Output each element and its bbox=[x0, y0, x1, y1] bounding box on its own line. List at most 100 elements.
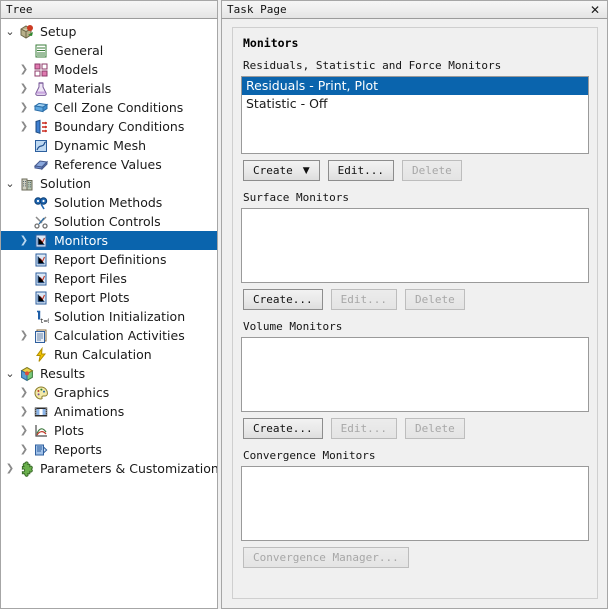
plots-icon bbox=[31, 421, 51, 440]
tree-item-label: Run Calculation bbox=[54, 347, 152, 362]
tree-item-label: Materials bbox=[54, 81, 112, 96]
tree-panel-title: Tree bbox=[6, 3, 33, 16]
tree-item-run-calculation[interactable]: Run Calculation bbox=[1, 345, 217, 364]
tree-list[interactable]: ⌄ Setup General ❯ Models ❯ Materials ❯ Cell Zone… bbox=[0, 19, 218, 609]
tree-item-label: Plots bbox=[54, 423, 85, 438]
create-button-surface-monitors[interactable]: Create... bbox=[243, 289, 323, 310]
report-icon bbox=[31, 269, 51, 288]
chevron-right-icon[interactable]: ❯ bbox=[17, 440, 31, 459]
solution-controls-icon bbox=[31, 212, 51, 231]
tree-item-label: Reports bbox=[54, 442, 102, 457]
monitors-task-frame: Monitors Residuals, Statistic and Force … bbox=[232, 27, 598, 599]
tree-panel-header: Tree bbox=[0, 0, 218, 19]
chevron-right-icon[interactable]: ❯ bbox=[17, 98, 31, 117]
tree-item-label: Report Files bbox=[54, 271, 127, 286]
listbox-surface-monitors[interactable] bbox=[241, 208, 589, 283]
tree-item-solution-initialization[interactable]: t=0 Solution Initialization bbox=[1, 307, 217, 326]
graphics-icon bbox=[31, 383, 51, 402]
report-icon bbox=[31, 288, 51, 307]
listbox-volume-monitors[interactable] bbox=[241, 337, 589, 412]
close-icon[interactable]: ✕ bbox=[585, 2, 605, 17]
tree-item-boundary-conditions[interactable]: ❯ Boundary Conditions bbox=[1, 117, 217, 136]
tree-item-label: Parameters & Customization bbox=[40, 461, 218, 476]
section-label-residuals-statistic-and-force-monitors: Residuals, Statistic and Force Monitors bbox=[243, 59, 502, 72]
create-button-residuals-statistic-and-force-monitors[interactable]: Create ▼ bbox=[243, 160, 320, 181]
tree-item-materials[interactable]: ❯ Materials bbox=[1, 79, 217, 98]
page-title: Monitors bbox=[243, 36, 299, 50]
run-calculation-icon bbox=[31, 345, 51, 364]
chevron-down-icon[interactable]: ▼ bbox=[303, 166, 310, 176]
delete-button-surface-monitors: Delete bbox=[404, 289, 465, 310]
tree-item-label: Calculation Activities bbox=[54, 328, 185, 343]
listbox-convergence-monitors[interactable] bbox=[241, 466, 589, 541]
tree-item-label: Results bbox=[40, 366, 86, 381]
chevron-down-icon[interactable]: ⌄ bbox=[3, 22, 17, 41]
tree-item-animations[interactable]: ❯ Animations bbox=[1, 402, 217, 421]
tree-item-label: Animations bbox=[54, 404, 125, 419]
listbox-residuals-statistic-and-force-monitors[interactable]: Residuals - Print, Plot Statistic - Off bbox=[241, 76, 589, 154]
section-label-surface-monitors: Surface Monitors bbox=[243, 191, 349, 204]
solution-methods-icon bbox=[31, 193, 51, 212]
button-label: Edit... bbox=[340, 293, 387, 306]
tree-item-label: Dynamic Mesh bbox=[54, 138, 147, 153]
tree-item-reference-values[interactable]: Reference Values bbox=[1, 155, 217, 174]
tree-item-label: Monitors bbox=[54, 233, 109, 248]
tree-item-graphics[interactable]: ❯ Graphics bbox=[1, 383, 217, 402]
tree-item-solution-methods[interactable]: Solution Methods bbox=[1, 193, 217, 212]
chevron-right-icon[interactable]: ❯ bbox=[17, 79, 31, 98]
materials-icon bbox=[31, 79, 51, 98]
chevron-right-icon[interactable]: ❯ bbox=[17, 383, 31, 402]
tree-item-results[interactable]: ⌄ Results bbox=[1, 364, 217, 383]
create-button-volume-monitors[interactable]: Create... bbox=[243, 418, 323, 439]
fluent-window: Tree ⌄ Setup General ❯ Models ❯ Materials ❯ Cell… bbox=[0, 0, 608, 609]
tree-item-calculation-activities[interactable]: ❯ Calculation Activities bbox=[1, 326, 217, 345]
edit-button-volume-monitors: Edit... bbox=[330, 418, 397, 439]
task-page-title: Task Page bbox=[227, 3, 287, 16]
button-label: Create... bbox=[253, 293, 313, 306]
tree-item-label: Models bbox=[54, 62, 99, 77]
tree-item-report-files[interactable]: Report Files bbox=[1, 269, 217, 288]
chevron-right-icon[interactable]: ❯ bbox=[3, 459, 17, 478]
monitor-sections: Residuals, Statistic and Force Monitors R… bbox=[241, 59, 589, 568]
delete-button-volume-monitors: Delete bbox=[404, 418, 465, 439]
chevron-down-icon[interactable]: ⌄ bbox=[3, 364, 17, 383]
chevron-right-icon[interactable]: ❯ bbox=[17, 60, 31, 79]
button-row-residuals-statistic-and-force-monitors: Create ▼ Edit... Delete bbox=[243, 160, 589, 181]
tree-item-models[interactable]: ❯ Models bbox=[1, 60, 217, 79]
tree-item-report-plots[interactable]: Report Plots bbox=[1, 288, 217, 307]
setup-icon bbox=[17, 22, 37, 41]
reports-icon bbox=[31, 440, 51, 459]
tree-item-monitors[interactable]: ❯ Monitors bbox=[1, 231, 217, 250]
report-icon bbox=[31, 250, 51, 269]
chevron-right-icon[interactable]: ❯ bbox=[17, 231, 31, 250]
tree-item-cell-zone-conditions[interactable]: ❯ Cell Zone Conditions bbox=[1, 98, 217, 117]
tree-item-reports[interactable]: ❯ Reports bbox=[1, 440, 217, 459]
tree-item-solution[interactable]: ⌄ Solution bbox=[1, 174, 217, 193]
chevron-right-icon[interactable]: ❯ bbox=[17, 402, 31, 421]
tree-item-plots[interactable]: ❯ Plots bbox=[1, 421, 217, 440]
chevron-down-icon[interactable]: ⌄ bbox=[3, 174, 17, 193]
edit-button-residuals-statistic-and-force-monitors[interactable]: Edit... bbox=[327, 160, 395, 181]
button-label: Edit... bbox=[340, 422, 387, 435]
tree-item-label: General bbox=[54, 43, 104, 58]
list-item[interactable]: Statistic - Off bbox=[242, 95, 588, 113]
chevron-right-icon[interactable]: ❯ bbox=[17, 117, 31, 136]
chevron-right-icon[interactable]: ❯ bbox=[17, 421, 31, 440]
tree-item-general[interactable]: General bbox=[1, 41, 217, 60]
tree-item-parameters-customization[interactable]: ❯ Parameters & Customization bbox=[1, 459, 217, 478]
chevron-right-icon[interactable]: ❯ bbox=[17, 326, 31, 345]
tree-item-dynamic-mesh[interactable]: Dynamic Mesh bbox=[1, 136, 217, 155]
svg-text:t=0: t=0 bbox=[40, 318, 49, 325]
initialization-icon: t=0 bbox=[31, 307, 51, 326]
task-page-body: Monitors Residuals, Statistic and Force … bbox=[221, 19, 608, 609]
tree-item-setup[interactable]: ⌄ Setup bbox=[1, 22, 217, 41]
list-item[interactable]: Residuals - Print, Plot bbox=[242, 77, 588, 95]
boundary-conditions-icon bbox=[31, 117, 51, 136]
edit-button-surface-monitors: Edit... bbox=[330, 289, 397, 310]
tree-item-solution-controls[interactable]: Solution Controls bbox=[1, 212, 217, 231]
tree-item-report-definitions[interactable]: Report Definitions bbox=[1, 250, 217, 269]
